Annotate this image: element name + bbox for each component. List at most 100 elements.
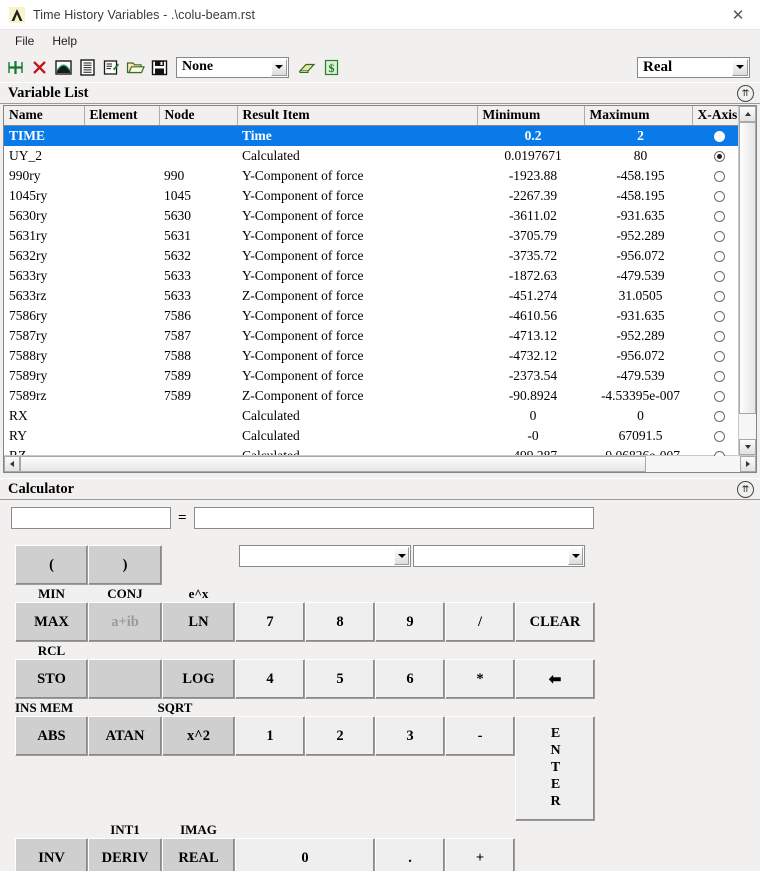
key-ln[interactable]: LN <box>162 602 235 642</box>
xaxis-radio-button[interactable] <box>714 230 725 242</box>
key-abs[interactable]: ABS <box>15 716 88 756</box>
horizontal-scroll-track[interactable] <box>20 456 740 472</box>
xaxis-radio-button[interactable] <box>714 290 725 302</box>
chevron-down-icon[interactable] <box>568 547 583 565</box>
xaxis-radio-button[interactable] <box>714 210 725 222</box>
xaxis-radio-button[interactable] <box>714 330 725 342</box>
xaxis-radio-button[interactable] <box>714 270 725 282</box>
table-row[interactable]: 5632ry 5632 Y-Component of force -3735.72 -9… <box>4 246 742 266</box>
key-deriv[interactable]: DERIV <box>88 838 162 871</box>
cell-xaxis[interactable] <box>692 226 742 246</box>
column-header-node[interactable]: Node <box>159 106 238 126</box>
cell-xaxis[interactable] <box>692 186 742 206</box>
filter-combo[interactable]: None <box>176 56 289 78</box>
collapse-variable-list-icon[interactable]: ⇈ <box>737 84 754 102</box>
scroll-down-button[interactable] <box>739 439 756 455</box>
xaxis-radio-button[interactable] <box>714 350 725 362</box>
table-row[interactable]: 7588ry 7588 Y-Component of force -4732.12 -9… <box>4 346 742 366</box>
variable-list-horizontal-scrollbar[interactable] <box>4 455 756 472</box>
scroll-left-button[interactable] <box>4 456 20 472</box>
list-data-icon[interactable] <box>76 56 98 78</box>
table-row[interactable]: 990ry 990 Y-Component of force -1923.88 -458… <box>4 166 742 186</box>
key-minus[interactable]: - <box>445 716 515 756</box>
save-results-icon[interactable] <box>148 56 170 78</box>
key-clear[interactable]: CLEAR <box>515 602 595 642</box>
key-4[interactable]: 4 <box>235 659 305 699</box>
key-divide[interactable]: / <box>445 602 515 642</box>
xaxis-radio-button[interactable] <box>714 410 725 422</box>
key-sto[interactable]: STO <box>15 659 88 699</box>
cell-xaxis[interactable] <box>692 306 742 326</box>
key-log[interactable]: LOG <box>162 659 235 699</box>
key-atan[interactable]: ATAN <box>88 716 162 756</box>
vertical-scroll-thumb[interactable] <box>739 122 756 414</box>
column-header-xaxis[interactable]: X-Axis <box>692 106 743 126</box>
xaxis-radio-button[interactable] <box>714 370 725 382</box>
close-icon[interactable]: ✕ <box>716 0 760 29</box>
chevron-down-icon[interactable] <box>271 58 287 76</box>
table-row[interactable]: RY Calculated -0 67091.5 <box>4 426 742 446</box>
key-5[interactable]: 5 <box>305 659 375 699</box>
xaxis-radio-button[interactable] <box>714 250 725 262</box>
cell-xaxis[interactable] <box>692 406 742 426</box>
xaxis-radio-button[interactable] <box>714 131 725 143</box>
vertical-scroll-track[interactable] <box>739 122 756 439</box>
key-enter[interactable]: ENTER <box>515 716 595 821</box>
xaxis-radio-button[interactable] <box>714 310 725 322</box>
cell-xaxis[interactable] <box>692 366 742 386</box>
variable-list-vertical-scrollbar[interactable] <box>738 106 756 455</box>
column-header-name[interactable]: Name <box>4 106 85 126</box>
properties-icon[interactable] <box>100 56 122 78</box>
key-8[interactable]: 8 <box>305 602 375 642</box>
key-decimal[interactable]: . <box>375 838 445 871</box>
collapse-calculator-icon[interactable]: ⇈ <box>737 480 754 498</box>
table-row[interactable]: 7589ry 7589 Y-Component of force -2373.54 -4… <box>4 366 742 386</box>
graph-data-icon[interactable] <box>52 56 74 78</box>
horizontal-scroll-thumb[interactable] <box>20 456 647 472</box>
table-row[interactable]: 1045ry 1045 Y-Component of force -2267.39 -4… <box>4 186 742 206</box>
table-row[interactable]: 7587ry 7587 Y-Component of force -4713.12 -9… <box>4 326 742 346</box>
key-paren-open[interactable]: ( <box>15 545 88 585</box>
key-0[interactable]: 0 <box>235 838 375 871</box>
key-paren-close[interactable]: ) <box>88 545 162 585</box>
menu-help[interactable]: Help <box>43 32 86 50</box>
table-row[interactable]: 5630ry 5630 Y-Component of force -3611.02 -9… <box>4 206 742 226</box>
table-row[interactable]: 7586ry 7586 Y-Component of force -4610.56 -9… <box>4 306 742 326</box>
column-header-maximum[interactable]: Maximum <box>584 106 693 126</box>
cell-xaxis[interactable] <box>692 266 742 286</box>
key-3[interactable]: 3 <box>375 716 445 756</box>
cell-xaxis[interactable] <box>692 426 742 446</box>
key-blank[interactable] <box>88 659 162 699</box>
xaxis-radio-button[interactable] <box>714 150 725 162</box>
table-row[interactable]: 5633rz 5633 Z-Component of force -451.274 31… <box>4 286 742 306</box>
cell-xaxis[interactable] <box>692 206 742 226</box>
variable-combo[interactable] <box>413 545 585 567</box>
cell-xaxis[interactable] <box>692 286 742 306</box>
key-real[interactable]: REAL <box>162 838 235 871</box>
table-row[interactable]: 7589rz 7589 Z-Component of force -90.8924 -4… <box>4 386 742 406</box>
key-backspace[interactable]: ⬅ <box>515 659 595 699</box>
scroll-right-button[interactable] <box>740 456 756 472</box>
delete-variable-icon[interactable] <box>28 56 50 78</box>
result-type-combo[interactable]: Real <box>637 56 750 78</box>
refresh-icon[interactable]: $ <box>320 56 342 78</box>
table-row[interactable]: 5633ry 5633 Y-Component of force -1872.63 -4… <box>4 266 742 286</box>
chevron-down-icon[interactable] <box>732 58 748 76</box>
column-header-element[interactable]: Element <box>84 106 160 126</box>
key-plus[interactable]: + <box>445 838 515 871</box>
key-9[interactable]: 9 <box>375 602 445 642</box>
key-2[interactable]: 2 <box>305 716 375 756</box>
chevron-down-icon[interactable] <box>394 547 409 565</box>
cell-xaxis[interactable] <box>692 246 742 266</box>
key-x-squared[interactable]: x^2 <box>162 716 235 756</box>
key-1[interactable]: 1 <box>235 716 305 756</box>
cell-xaxis[interactable] <box>692 386 742 406</box>
eraser-icon[interactable] <box>296 56 318 78</box>
column-header-minimum[interactable]: Minimum <box>477 106 585 126</box>
variable-name-input[interactable] <box>11 507 171 529</box>
key-multiply[interactable]: * <box>445 659 515 699</box>
xaxis-radio-button[interactable] <box>714 170 725 182</box>
xaxis-radio-button[interactable] <box>714 190 725 202</box>
cell-xaxis[interactable] <box>692 126 742 146</box>
key-a-plus-ib[interactable]: a+ib <box>88 602 162 642</box>
